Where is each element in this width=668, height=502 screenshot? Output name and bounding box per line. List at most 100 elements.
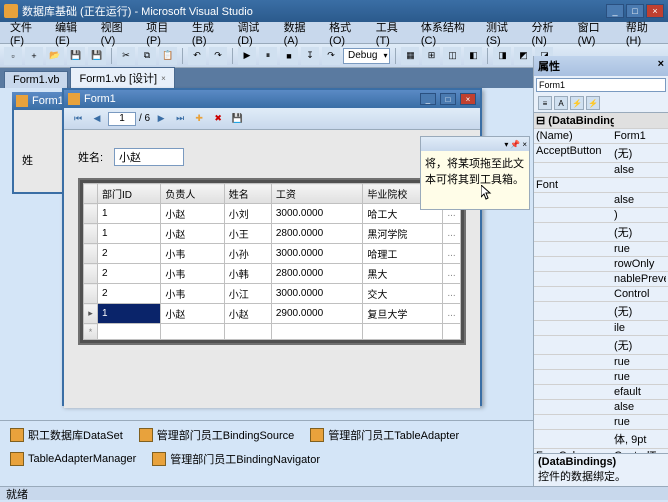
row-ellipsis[interactable]: ...: [443, 264, 461, 284]
grid-cell[interactable]: 小刘: [224, 204, 271, 224]
property-row[interactable]: (无): [534, 302, 668, 321]
grid-cell[interactable]: 2: [98, 284, 161, 304]
tool-f-button[interactable]: ◩: [514, 47, 532, 65]
paste-button[interactable]: 📋: [159, 47, 177, 65]
tool-b-button[interactable]: ⊞: [422, 47, 440, 65]
step-button[interactable]: ↧: [301, 47, 319, 65]
tray-component[interactable]: 管理部门员工TableAdapter: [310, 427, 459, 443]
grid-cell[interactable]: 小韦: [161, 284, 224, 304]
property-row[interactable]: (DataBindings): [534, 113, 668, 129]
row-header[interactable]: [84, 244, 98, 264]
grid-cell[interactable]: 3000.0000: [271, 244, 362, 264]
step-over-button[interactable]: ↷: [322, 47, 340, 65]
tray-component[interactable]: TableAdapterManager: [10, 451, 136, 467]
start-button[interactable]: ▶: [238, 47, 256, 65]
column-header[interactable]: 负责人: [161, 184, 224, 204]
grid-cell[interactable]: 小赵: [161, 304, 224, 324]
form-close-button[interactable]: ×: [460, 93, 476, 105]
grid-cell[interactable]: 小赵: [161, 224, 224, 244]
break-button[interactable]: ⏸: [259, 47, 277, 65]
property-row[interactable]: Font: [534, 178, 668, 193]
property-row[interactable]: 体, 9pt: [534, 430, 668, 449]
grid-cell[interactable]: 小韦: [161, 244, 224, 264]
tool-a-button[interactable]: ▦: [401, 47, 419, 65]
grid-cell[interactable]: 小王: [224, 224, 271, 244]
menu-item[interactable]: 项目(P): [140, 17, 184, 49]
grid-cell[interactable]: 黑河学院: [363, 224, 443, 244]
grid-cell[interactable]: 2: [98, 244, 161, 264]
running-form-titlebar[interactable]: Form1 _ □ ×: [64, 90, 480, 108]
grid-cell[interactable]: 小江: [224, 284, 271, 304]
nav-next-button[interactable]: ▶: [153, 111, 169, 127]
properties-close-icon[interactable]: ×: [658, 58, 664, 74]
document-tab[interactable]: Form1.vb: [4, 71, 68, 88]
property-row[interactable]: alse: [534, 163, 668, 178]
nav-position-input[interactable]: [108, 112, 136, 126]
tray-component[interactable]: 管理部门员工BindingNavigator: [152, 451, 320, 467]
row-ellipsis[interactable]: ...: [443, 304, 461, 324]
grid-cell[interactable]: 复旦大学: [363, 304, 443, 324]
menu-item[interactable]: 测试(S): [480, 17, 524, 49]
grid-cell[interactable]: 2800.0000: [271, 264, 362, 284]
row-ellipsis[interactable]: ...: [443, 284, 461, 304]
grid-cell[interactable]: 小韦: [161, 264, 224, 284]
menu-item[interactable]: 文件(F): [4, 17, 47, 49]
grid-cell[interactable]: 2800.0000: [271, 224, 362, 244]
new-project-button[interactable]: ▫: [4, 47, 22, 65]
menu-item[interactable]: 数据(A): [278, 17, 322, 49]
tray-component[interactable]: 职工数据库DataSet: [10, 427, 123, 443]
row-header[interactable]: [84, 284, 98, 304]
running-form[interactable]: Form1 _ □ × ⏮ ◀ / 6 ▶ ⏭ ✚ ✖ 💾 姓名:: [62, 88, 482, 406]
copy-button[interactable]: ⧉: [138, 47, 156, 65]
float-dropdown-icon[interactable]: ▾: [504, 140, 508, 149]
tray-component[interactable]: 管理部门员工BindingSource: [139, 427, 295, 443]
tool-d-button[interactable]: ◧: [464, 47, 482, 65]
grid-cell[interactable]: 2: [98, 264, 161, 284]
grid-cell[interactable]: 小韩: [224, 264, 271, 284]
grid-cell[interactable]: 1: [98, 204, 161, 224]
property-row[interactable]: nablePreventFo: [534, 272, 668, 287]
nav-add-button[interactable]: ✚: [191, 111, 207, 127]
properties-grid[interactable]: (DataBindings)(Name)Form1AcceptButton(无)…: [534, 113, 668, 453]
grid-cell[interactable]: 1: [98, 304, 161, 324]
row-header[interactable]: [84, 264, 98, 284]
config-combo[interactable]: Debug: [343, 48, 390, 64]
props-az-button[interactable]: A: [554, 96, 568, 110]
name-input[interactable]: [114, 148, 184, 166]
redo-button[interactable]: ↷: [209, 47, 227, 65]
add-item-button[interactable]: +: [25, 47, 43, 65]
menu-item[interactable]: 视图(V): [95, 17, 139, 49]
property-row[interactable]: (无): [534, 223, 668, 242]
grid-cell[interactable]: 哈理工: [363, 244, 443, 264]
menu-item[interactable]: 调试(D): [231, 17, 275, 49]
row-ellipsis[interactable]: ...: [443, 224, 461, 244]
document-tab[interactable]: Form1.vb [设计]×: [70, 67, 174, 88]
grid-cell[interactable]: 交大: [363, 284, 443, 304]
nav-last-button[interactable]: ⏭: [172, 111, 188, 127]
menu-item[interactable]: 工具(T): [370, 17, 413, 49]
grid-cell[interactable]: 3000.0000: [271, 204, 362, 224]
props-cat-button[interactable]: ≡: [538, 96, 552, 110]
grid-cell[interactable]: 小赵: [161, 204, 224, 224]
grid-cell[interactable]: 1: [98, 224, 161, 244]
save-button[interactable]: 💾: [67, 47, 85, 65]
float-close-icon[interactable]: ×: [522, 140, 527, 149]
datagrid[interactable]: 部门ID负责人姓名工资毕业院校1小赵小刘3000.0000哈工大...1小赵小王…: [78, 178, 466, 345]
property-row[interactable]: ile: [534, 321, 668, 336]
nav-first-button[interactable]: ⏮: [70, 111, 86, 127]
grid-cell[interactable]: 2900.0000: [271, 304, 362, 324]
form-minimize-button[interactable]: _: [420, 93, 436, 105]
row-header[interactable]: *: [84, 324, 98, 340]
property-row[interactable]: alse: [534, 400, 668, 415]
property-row[interactable]: AcceptButton(无): [534, 144, 668, 163]
column-header[interactable]: 部门ID: [98, 184, 161, 204]
stop-button[interactable]: ■: [280, 47, 298, 65]
cut-button[interactable]: ✂: [117, 47, 135, 65]
property-row[interactable]: rue: [534, 415, 668, 430]
undo-button[interactable]: ↶: [188, 47, 206, 65]
menu-item[interactable]: 格式(O): [323, 17, 368, 49]
toolbox-float-panel[interactable]: ▾ 📌 × 将，将某项拖至此文本可将其到工具箱。: [420, 136, 530, 210]
column-header[interactable]: 姓名: [224, 184, 271, 204]
props-prop-button[interactable]: ⚡: [570, 96, 584, 110]
nav-delete-button[interactable]: ✖: [210, 111, 226, 127]
